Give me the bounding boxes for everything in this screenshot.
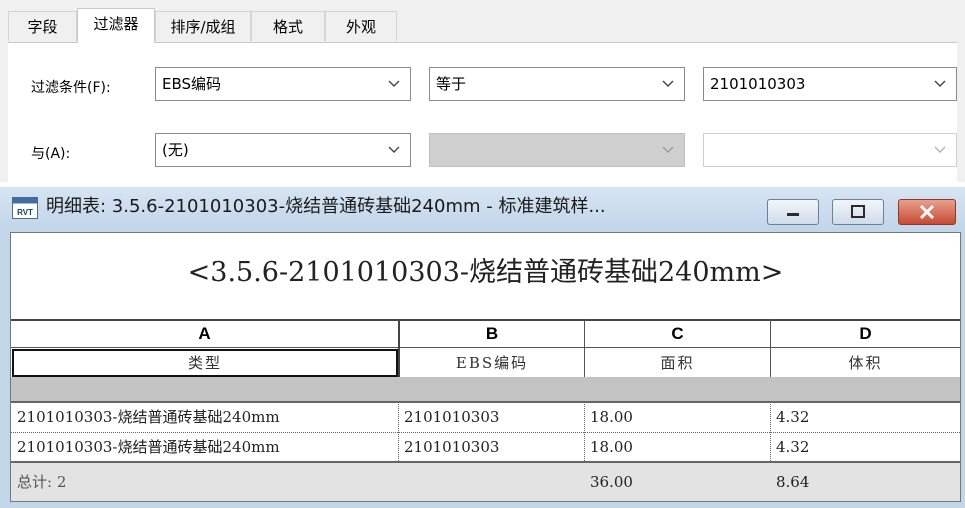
header-cell-type[interactable]: 类型 xyxy=(12,349,398,377)
chevron-down-icon xyxy=(934,146,946,153)
filter-condition-label: 过滤条件(F): xyxy=(31,80,111,96)
and-field-value: (无) xyxy=(162,141,189,159)
tab-sort-group[interactable]: 排序/成组 xyxy=(155,11,251,41)
grid-line xyxy=(11,347,960,348)
maximize-icon xyxy=(851,205,865,218)
column-letter-c[interactable]: C xyxy=(585,321,770,347)
minimize-icon xyxy=(787,213,799,216)
tab-appearance[interactable]: 外观 xyxy=(325,11,397,41)
filter-field-value: EBS编码 xyxy=(162,75,222,93)
icon-label: RVT xyxy=(17,208,33,217)
schedule-sheet: <3.5.6-2101010303-烧结普通砖基础240mm> A B C D … xyxy=(10,232,961,502)
grid-line xyxy=(770,401,771,463)
filter-dialog: 字段 过滤器 排序/成组 格式 外观 过滤条件(F): EBS编码 等于 210… xyxy=(0,0,965,183)
column-letter-b[interactable]: B xyxy=(400,321,584,347)
table-cell[interactable]: 2101010303-烧结普通砖基础240mm xyxy=(17,403,280,431)
header-cell-volume[interactable]: 体积 xyxy=(771,349,960,377)
table-cell[interactable]: 18.00 xyxy=(590,403,633,431)
chevron-down-icon xyxy=(934,80,946,87)
chevron-down-icon xyxy=(662,146,674,153)
table-cell[interactable]: 4.32 xyxy=(776,403,809,431)
revit-file-icon: RVT xyxy=(12,197,38,219)
table-cell[interactable]: 4.32 xyxy=(776,433,809,461)
close-button[interactable] xyxy=(898,199,956,225)
window-titlebar[interactable]: RVT 明细表: 3.5.6-2101010303-烧结普通砖基础240mm -… xyxy=(0,187,965,227)
tab-fields[interactable]: 字段 xyxy=(8,11,77,41)
minimize-button[interactable] xyxy=(767,199,819,225)
filter-operator-select[interactable]: 等于 xyxy=(429,67,685,101)
tab-format[interactable]: 格式 xyxy=(251,11,325,41)
filter-field-select[interactable]: EBS编码 xyxy=(155,67,411,101)
chevron-down-icon xyxy=(388,146,400,153)
chevron-down-icon xyxy=(388,80,400,87)
filter-value-text: 2101010303 xyxy=(710,75,806,93)
total-volume: 8.64 xyxy=(776,473,810,491)
chevron-down-icon xyxy=(662,80,674,87)
total-count-label: 总计: 2 xyxy=(17,473,67,491)
close-icon xyxy=(919,204,935,220)
group-header-band xyxy=(11,377,960,401)
grid-line xyxy=(584,401,585,463)
schedule-title: <3.5.6-2101010303-烧结普通砖基础240mm> xyxy=(187,257,784,288)
schedule-window: RVT 明细表: 3.5.6-2101010303-烧结普通砖基础240mm -… xyxy=(0,187,965,508)
filter-panel: 过滤条件(F): EBS编码 等于 2101010303 与(A): (无) xyxy=(8,42,957,183)
and-field-select[interactable]: (无) xyxy=(155,133,411,167)
grand-total-row: 总计: 2 36.00 8.64 xyxy=(11,463,960,501)
window-title: 明细表: 3.5.6-2101010303-烧结普通砖基础240mm - 标准建… xyxy=(46,196,606,217)
maximize-button[interactable] xyxy=(832,199,884,225)
table-cell[interactable]: 2101010303-烧结普通砖基础240mm xyxy=(17,433,280,461)
tab-filter[interactable]: 过滤器 xyxy=(77,8,155,43)
column-letter-d[interactable]: D xyxy=(771,321,960,347)
table-cell[interactable]: 18.00 xyxy=(590,433,633,461)
and-operator-select xyxy=(429,133,685,167)
grid-line xyxy=(398,401,399,463)
table-cell[interactable]: 2101010303 xyxy=(404,433,499,461)
total-area: 36.00 xyxy=(590,473,633,491)
and-condition-label: 与(A): xyxy=(31,146,71,162)
header-cell-ebs-code[interactable]: EBS编码 xyxy=(400,349,584,377)
table-cell[interactable]: 2101010303 xyxy=(404,403,499,431)
filter-operator-value: 等于 xyxy=(436,75,467,93)
and-value-combo xyxy=(703,133,957,167)
column-letter-a[interactable]: A xyxy=(11,321,398,347)
filter-value-combo[interactable]: 2101010303 xyxy=(703,67,957,101)
header-cell-area[interactable]: 面积 xyxy=(585,349,770,377)
